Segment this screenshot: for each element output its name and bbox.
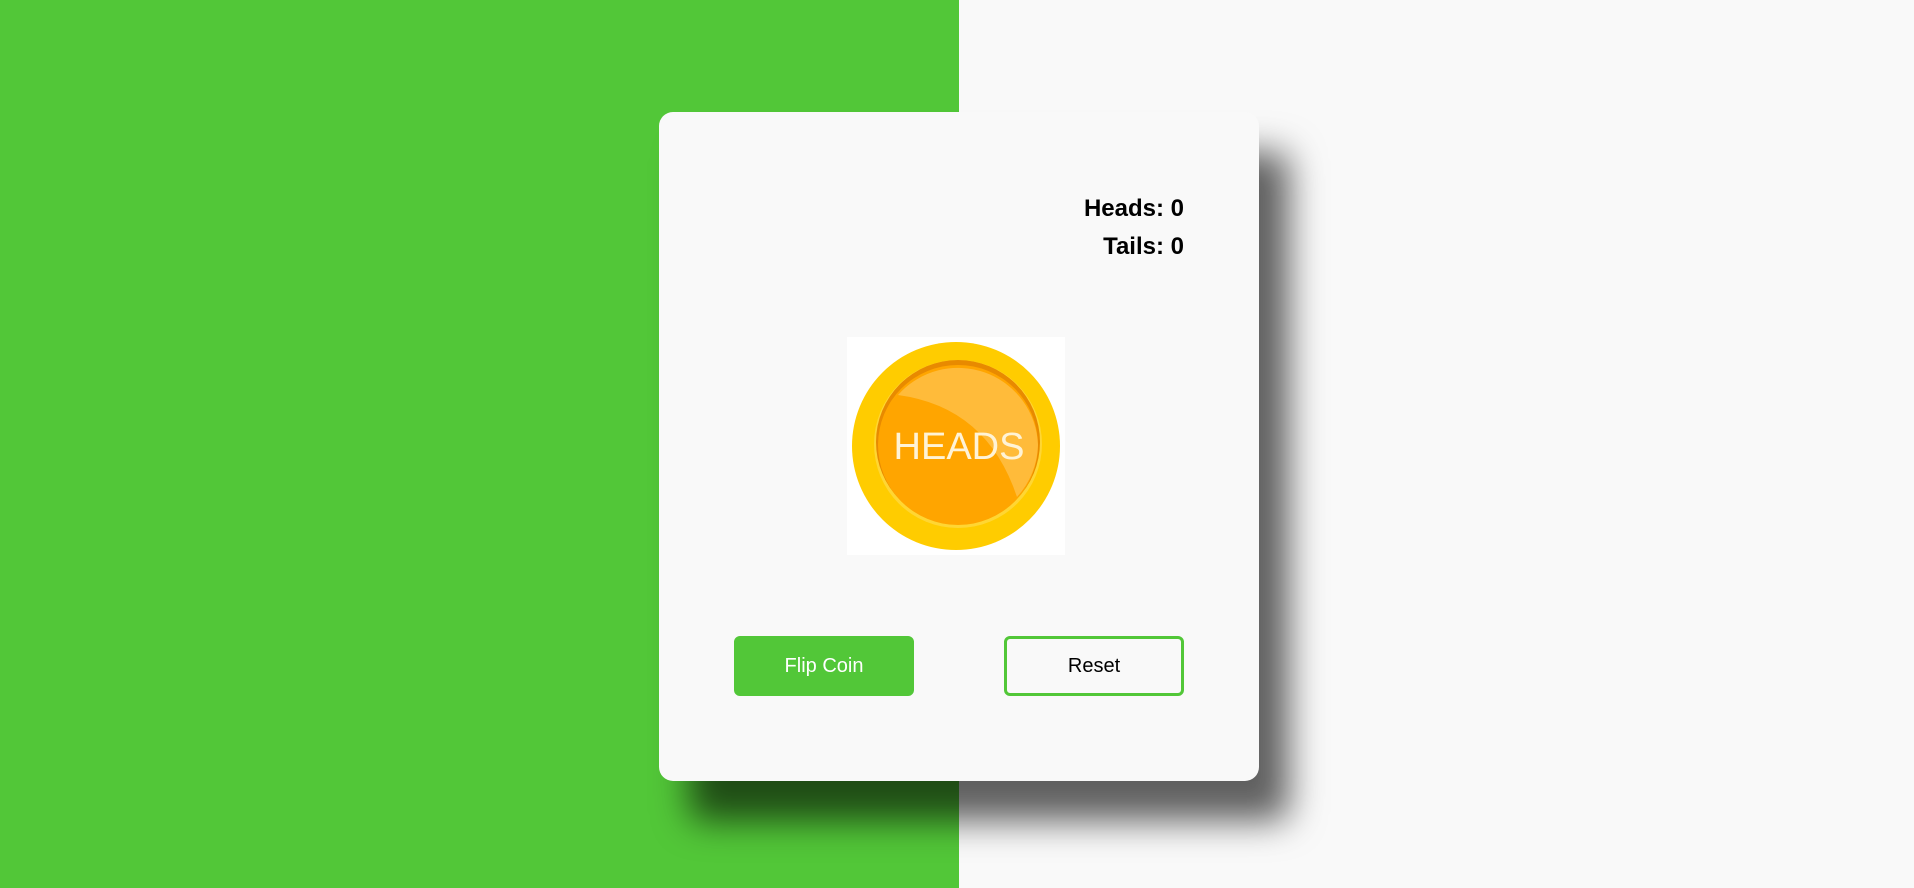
heads-count: Heads: 0 bbox=[1083, 195, 1184, 222]
score-board: Heads: 0 Tails: 0 bbox=[1084, 190, 1184, 266]
coin-image: HEADS bbox=[847, 337, 1065, 555]
coin-heads-icon: HEADS bbox=[852, 342, 1060, 550]
coin-flip-card: Heads: 0 Tails: 0 HEADS Flip Coin Reset bbox=[659, 112, 1259, 781]
reset-button[interactable]: Reset bbox=[1004, 636, 1184, 696]
tails-count: Tails: 0 bbox=[1103, 233, 1184, 260]
coin-face-text: HEADS bbox=[894, 426, 1025, 468]
flip-coin-button[interactable]: Flip Coin bbox=[734, 636, 914, 696]
